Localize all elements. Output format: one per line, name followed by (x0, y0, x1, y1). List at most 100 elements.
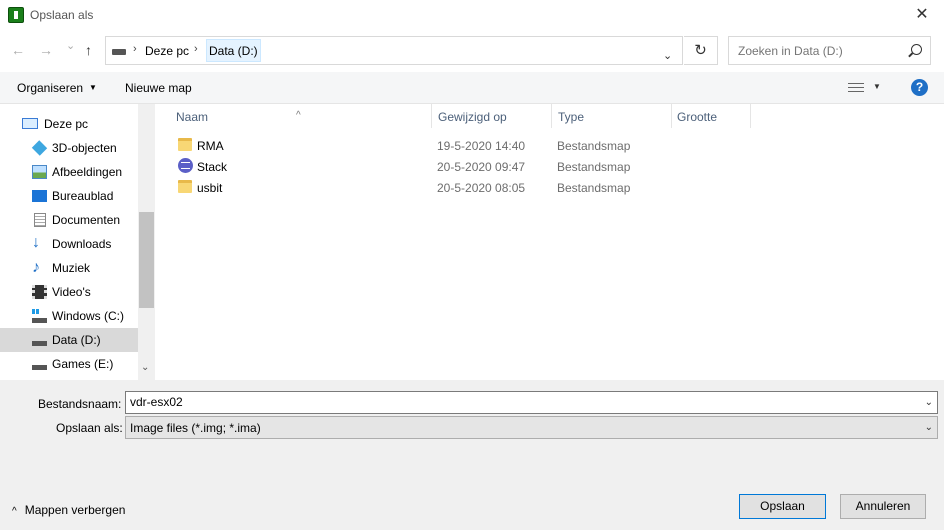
file-type: Bestandsmap (557, 181, 631, 195)
sidebar-item-data-d[interactable]: Data (D:) (0, 328, 138, 352)
save-button[interactable]: Opslaan (739, 494, 826, 519)
search-box[interactable] (728, 36, 931, 65)
document-icon (34, 213, 46, 227)
sidebar-item-afbeeldingen[interactable]: Afbeeldingen (0, 160, 138, 184)
search-input[interactable] (738, 44, 898, 58)
navigation-pane: Deze pc 3D-objecten Afbeeldingen Bureaub… (0, 104, 155, 380)
folder-icon (178, 138, 192, 151)
sidebar-item-label: Video's (52, 285, 91, 299)
window-title: Opslaan als (30, 8, 94, 22)
sidebar-item-label: 3D-objecten (52, 141, 117, 155)
download-arrow-icon: ↓ (32, 234, 40, 251)
forward-button[interactable]: → (39, 42, 53, 58)
file-modified: 20-5-2020 09:47 (437, 160, 526, 174)
column-header-size[interactable]: Grootte (671, 104, 751, 128)
sidebar-item-downloads[interactable]: ↓ Downloads (0, 232, 138, 256)
sidebar-item-label: Games (E:) (52, 357, 114, 371)
sidebar-item-videos[interactable]: Video's (0, 280, 138, 304)
organize-label: Organiseren (17, 81, 84, 95)
drive-icon (112, 49, 126, 55)
column-header-name[interactable]: Naam ^ (170, 104, 432, 128)
sidebar-item-muziek[interactable]: ♪ Muziek (0, 256, 138, 280)
address-row: ← → ⌄ ↑ › Deze pc › Data (D:) ⌄ ↻ (0, 30, 944, 72)
savetype-select[interactable]: Image files (*.img; *.ima) ⌄ (125, 416, 938, 439)
sidebar-item-deze-pc[interactable]: Deze pc (0, 112, 138, 136)
scroll-down-button[interactable]: ⌄ (141, 362, 149, 373)
file-list: Naam ^ Gewijzigd op Type Grootte RMA 19-… (155, 104, 944, 380)
windows-drive-icon (32, 309, 47, 323)
cancel-button[interactable]: Annuleren (840, 494, 926, 519)
breadcrumb-data-d[interactable]: Data (D:) (206, 39, 261, 62)
refresh-button[interactable]: ↻ (684, 36, 718, 65)
breadcrumb-deze-pc[interactable]: Deze pc (145, 44, 189, 58)
hide-folders-label: Mappen verbergen (24, 503, 126, 517)
search-icon[interactable] (911, 44, 922, 55)
sidebar-item-windows-c[interactable]: Windows (C:) (0, 304, 138, 328)
chevron-down-icon: ⌄ (924, 422, 933, 433)
sort-ascending-icon: ^ (296, 110, 301, 121)
view-options-dropdown[interactable]: ▼ (873, 82, 881, 91)
scrollbar-thumb[interactable] (139, 212, 154, 308)
chevron-down-icon[interactable]: ⌄ (925, 397, 933, 408)
file-name: usbit (197, 181, 223, 195)
sidebar-item-bureaublad[interactable]: Bureaublad (0, 184, 138, 208)
sidebar-scrollbar[interactable]: ⌄ (138, 104, 155, 380)
breadcrumb-separator[interactable]: › (194, 43, 198, 55)
chevron-down-icon: ▼ (89, 83, 97, 92)
file-row-rma[interactable]: RMA 19-5-2020 14:40 Bestandsmap (173, 135, 773, 156)
image-icon (32, 165, 47, 179)
close-button[interactable]: ✕ (900, 0, 944, 30)
back-button[interactable]: ← (11, 42, 25, 58)
new-folder-button[interactable]: Nieuwe map (125, 81, 192, 95)
music-note-icon: ♪ (32, 259, 40, 276)
film-icon (32, 285, 47, 299)
savetype-value: Image files (*.img; *.ima) (130, 421, 261, 435)
breadcrumb-separator[interactable]: › (133, 43, 137, 55)
address-dropdown-button[interactable]: ⌄ (663, 49, 672, 62)
view-details-icon[interactable] (848, 82, 864, 93)
recent-locations-button[interactable]: ⌄ (66, 39, 75, 52)
save-form: Bestandsnaam: ⌄ Opslaan als: Image files… (0, 380, 944, 530)
file-row-stack[interactable]: Stack 20-5-2020 09:47 Bestandsmap (173, 156, 773, 177)
file-name: Stack (197, 160, 228, 174)
sidebar-item-label: Documenten (52, 213, 121, 227)
chevron-up-icon: ^ (12, 506, 17, 517)
sidebar-item-documenten[interactable]: Documenten (0, 208, 138, 232)
sidebar-item-label: Downloads (52, 237, 112, 251)
address-bar[interactable]: › Deze pc › Data (D:) ⌄ (105, 36, 683, 65)
file-modified: 20-5-2020 08:05 (437, 181, 526, 195)
file-row-usbit[interactable]: usbit 20-5-2020 08:05 Bestandsmap (173, 177, 773, 198)
app-icon (8, 7, 24, 23)
hide-folders-toggle[interactable]: ^ Mappen verbergen (12, 503, 125, 517)
help-icon[interactable]: ? (911, 79, 928, 96)
filename-field[interactable]: ⌄ (125, 391, 938, 414)
filename-label: Bestandsnaam: (38, 397, 122, 411)
file-modified: 19-5-2020 14:40 (437, 139, 526, 153)
sidebar-item-label: Windows (C:) (52, 309, 125, 323)
monitor-icon (22, 118, 38, 129)
stack-folder-icon (178, 158, 193, 173)
file-name: RMA (197, 139, 224, 153)
savetype-label: Opslaan als: (56, 421, 123, 435)
column-header-modified[interactable]: Gewijzigd op (432, 104, 552, 128)
title-bar: Opslaan als ✕ (0, 0, 944, 30)
sidebar-item-label: Bureaublad (52, 189, 114, 203)
sidebar-item-label: Data (D:) (52, 333, 101, 347)
column-header-type[interactable]: Type (552, 104, 672, 128)
column-name-label: Naam (176, 110, 209, 124)
folder-icon (178, 180, 192, 193)
drive-icon (32, 333, 47, 347)
cube-icon (31, 140, 48, 156)
sidebar-item-label: Afbeeldingen (52, 165, 123, 179)
organize-menu[interactable]: Organiseren ▼ (17, 81, 97, 95)
filename-input[interactable] (130, 395, 910, 409)
file-type: Bestandsmap (557, 139, 631, 153)
sidebar-item-label: Deze pc (44, 117, 89, 131)
sidebar-item-label: Muziek (52, 261, 91, 275)
up-button[interactable]: ↑ (85, 42, 92, 58)
sidebar-item-3d-objecten[interactable]: 3D-objecten (0, 136, 138, 160)
drive-icon (32, 357, 47, 371)
desktop-icon (32, 190, 47, 202)
sidebar-item-games-e[interactable]: Games (E:) (0, 352, 138, 376)
file-type: Bestandsmap (557, 160, 631, 174)
